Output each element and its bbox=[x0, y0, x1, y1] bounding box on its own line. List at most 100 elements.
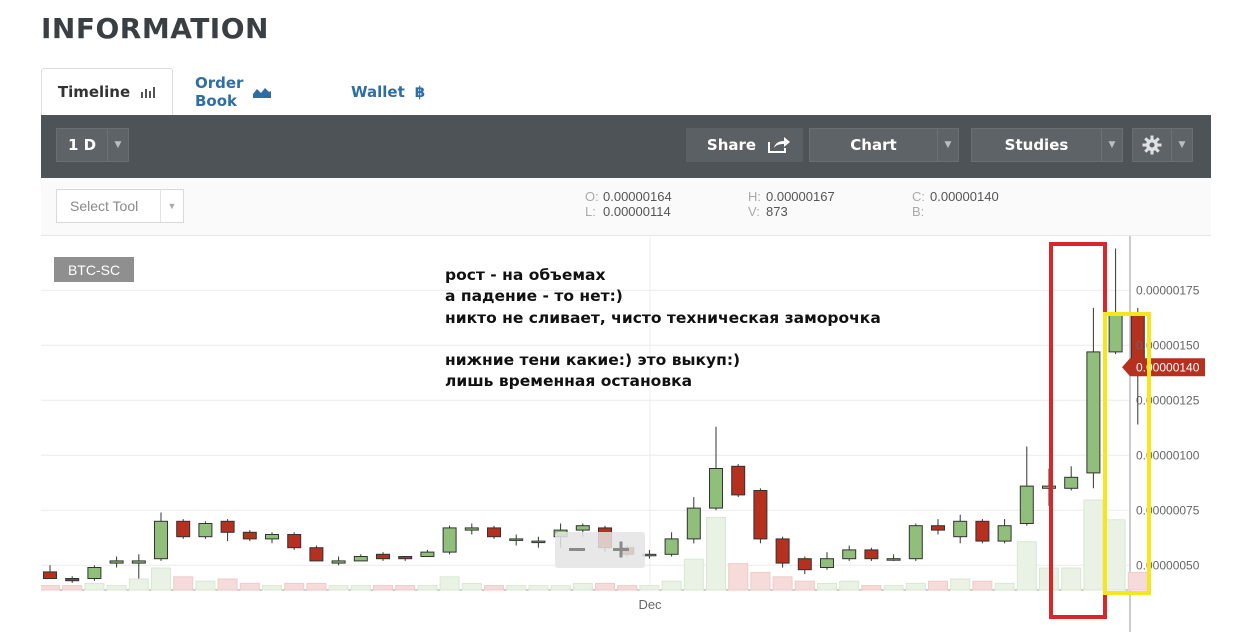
volume-bar bbox=[40, 585, 60, 591]
ohlc-high-volume: H: 0.00000167 V: 873 bbox=[748, 189, 835, 219]
candle-body bbox=[331, 560, 346, 564]
candle-body bbox=[464, 527, 479, 531]
volume-bar bbox=[461, 582, 482, 591]
last-price-label: 0.00000140 bbox=[1136, 360, 1200, 374]
candle-body bbox=[775, 538, 790, 564]
candle-body bbox=[242, 531, 257, 540]
volume-bar bbox=[1061, 567, 1082, 591]
candle-body bbox=[220, 520, 235, 533]
candle-body bbox=[309, 547, 324, 562]
open-label: O: bbox=[585, 189, 599, 204]
volume-bar bbox=[794, 580, 815, 591]
ohlc-open-low: O: 0.00000164 L: 0.00000114 bbox=[585, 189, 672, 219]
volume-bar bbox=[950, 578, 971, 591]
low-label: L: bbox=[585, 204, 596, 219]
candle-body bbox=[575, 525, 590, 531]
volume-bar bbox=[883, 585, 904, 591]
candle-body bbox=[265, 534, 279, 540]
candle-body bbox=[997, 525, 1012, 542]
volume-bar bbox=[905, 582, 926, 591]
interval-label: 1 D bbox=[67, 136, 97, 154]
share-button[interactable]: Share bbox=[686, 128, 803, 162]
candle-body bbox=[842, 549, 857, 560]
volume-bar bbox=[595, 582, 615, 591]
candle-body bbox=[65, 578, 80, 582]
volume-bar bbox=[772, 576, 793, 591]
volume-bar bbox=[239, 582, 260, 591]
page-title: INFORMATION bbox=[41, 12, 269, 45]
candle-body bbox=[176, 520, 191, 538]
studies-dropdown[interactable]: Studies ▼ bbox=[971, 128, 1123, 162]
candle-body bbox=[709, 468, 723, 509]
tab-timeline-label: Timeline bbox=[57, 83, 131, 101]
volume-bar bbox=[750, 571, 771, 591]
volume-bar bbox=[350, 585, 371, 591]
volume-bar bbox=[1127, 571, 1148, 591]
volume-bar bbox=[195, 580, 216, 591]
candle-body bbox=[686, 507, 701, 540]
high-label: H: bbox=[748, 189, 761, 204]
tab-timeline[interactable]: Timeline bbox=[41, 68, 173, 115]
chevron-down-icon: ▼ bbox=[1101, 129, 1122, 161]
volume-bar bbox=[1016, 541, 1037, 591]
tab-order-book-label: Order Book bbox=[195, 73, 244, 110]
volume-bar bbox=[62, 585, 83, 591]
chevron-down-icon: ▼ bbox=[160, 190, 183, 222]
candle-body bbox=[131, 560, 146, 564]
bar-chart-icon bbox=[140, 86, 156, 98]
y-tick-label: 0.00000100 bbox=[1136, 448, 1200, 462]
chart-type-dropdown[interactable]: Chart ▼ bbox=[809, 128, 959, 162]
candle-body bbox=[1086, 351, 1101, 474]
candle-body bbox=[753, 490, 768, 540]
candle-body bbox=[664, 538, 679, 555]
ohlc-close: C: 0.00000140 B: bbox=[912, 189, 999, 219]
y-tick-label: 0.00000150 bbox=[1136, 338, 1200, 352]
candle-body bbox=[509, 538, 524, 541]
candle-body bbox=[43, 571, 57, 579]
volume-bar bbox=[683, 558, 704, 591]
settings-dropdown[interactable]: ▼ bbox=[1132, 128, 1193, 162]
candle-body bbox=[442, 527, 457, 553]
volume-bar bbox=[328, 585, 349, 591]
symbol-label: BTC-SC bbox=[54, 257, 134, 282]
candle-body bbox=[420, 551, 435, 558]
open-value: 0.00000164 bbox=[603, 189, 672, 204]
candle-body bbox=[908, 525, 923, 560]
volume-bar bbox=[506, 585, 527, 591]
volume-bar bbox=[106, 585, 127, 591]
b-label: B: bbox=[912, 204, 925, 219]
volume-bar bbox=[528, 585, 549, 591]
volume-bar bbox=[839, 580, 860, 591]
interval-dropdown[interactable]: 1 D ▼ bbox=[56, 128, 129, 162]
volume-bar bbox=[484, 585, 504, 591]
volume-bar bbox=[728, 563, 749, 591]
tab-wallet-label: Wallet bbox=[351, 82, 405, 101]
volume-bar bbox=[128, 578, 149, 591]
candle-body bbox=[731, 465, 746, 496]
volume-bar bbox=[284, 582, 305, 591]
volume-bar bbox=[706, 517, 726, 591]
chevron-down-icon: ▼ bbox=[107, 129, 128, 161]
candle-body bbox=[376, 553, 390, 560]
candle-body bbox=[953, 520, 968, 538]
candle-body bbox=[1019, 485, 1034, 525]
tab-order-book[interactable]: Order Book bbox=[195, 68, 272, 115]
candle-body bbox=[975, 520, 990, 542]
volume-bar bbox=[994, 582, 1015, 591]
candle-body bbox=[797, 558, 812, 571]
volume-bar bbox=[617, 585, 638, 591]
volume-bar bbox=[217, 578, 238, 591]
tab-wallet[interactable]: Wallet ฿ bbox=[351, 68, 425, 115]
volume-label: V: bbox=[748, 204, 760, 219]
chevron-down-icon: ▼ bbox=[1171, 129, 1192, 161]
bitcoin-icon: ฿ bbox=[414, 82, 426, 101]
y-tick-label: 0.00000125 bbox=[1136, 393, 1200, 407]
select-tool-label: Select Tool bbox=[70, 198, 139, 214]
volume-bar bbox=[417, 585, 438, 591]
y-tick-label: 0.00000175 bbox=[1136, 283, 1200, 297]
select-tool-dropdown[interactable]: Select Tool ▼ bbox=[56, 189, 184, 223]
zoom-controls bbox=[555, 532, 645, 568]
price-chart[interactable]: 0.00000175 0.00000150 0.00000125 0.00000100… bbox=[40, 236, 1211, 632]
candle-body bbox=[198, 523, 213, 538]
share-icon bbox=[767, 136, 791, 154]
